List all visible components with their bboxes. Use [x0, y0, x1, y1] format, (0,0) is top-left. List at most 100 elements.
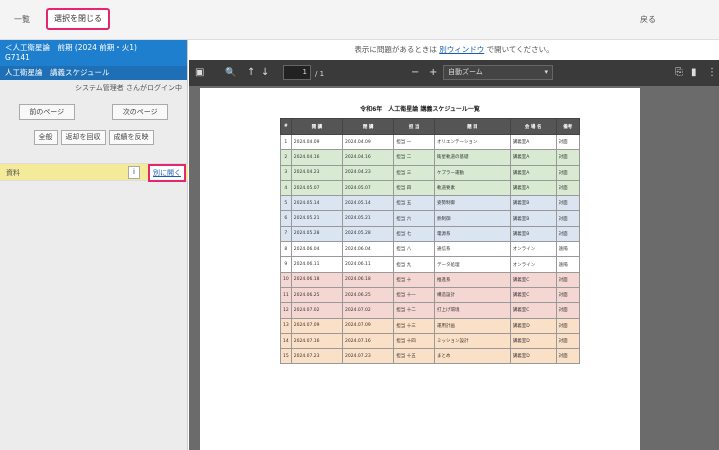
table-row: 13 2024.07.09 2024.07.09 担当 十三 運用計画 講義室D 対面: [280, 317, 581, 334]
table-row: 2 2024.04.16 2024.04.16 担当 二衛星軌道の基礎 講義室A 対面: [280, 149, 581, 166]
zoom-select[interactable]: 自動ズーム ▾: [443, 65, 553, 80]
course-header[interactable]: ＜人工衛星論 前期 (2024 前期・火1) G7141: [0, 40, 187, 66]
schedule-table: # 開 講 閉 講 担 当 題 目 会 場 名 備考 1 2024.04.09 20…: [280, 118, 581, 365]
table-cell: 対面: [555, 317, 581, 334]
course-title: ＜人工衛星論 前期 (2024 前期・火1): [5, 43, 137, 52]
separate-window-link[interactable]: 別ウィンドウ: [439, 45, 484, 54]
table-cell: 担当 八: [393, 241, 436, 258]
zoom-out-icon[interactable]: −: [411, 66, 419, 80]
next-page-button[interactable]: 次のページ: [112, 104, 169, 120]
table-cell: 2024.07.23: [290, 348, 344, 365]
login-status: システム管理者 さんがログイン中: [74, 84, 182, 92]
selected-material-row[interactable]: 資料 i 別に開く: [0, 163, 188, 182]
table-cell: 2024.06.25: [342, 286, 395, 304]
search-icon[interactable]: 🔍: [225, 66, 236, 80]
table-cell: 2024.07.02: [342, 302, 395, 319]
table-cell: ミッション設計: [434, 332, 511, 350]
zoom-in-icon[interactable]: +: [429, 66, 437, 80]
chevron-down-icon: ▾: [544, 68, 548, 76]
table-cell: 2024.05.14: [342, 195, 395, 212]
table-cell: ケプラー運動: [434, 164, 511, 181]
table-cell: 2024.05.21: [342, 210, 395, 227]
table-cell: 10: [280, 271, 292, 288]
table-cell: 15: [280, 348, 292, 365]
table-cell: 担当 九: [393, 256, 436, 273]
header-lecturer: 担 当: [393, 118, 436, 135]
table-cell: 担当 七: [393, 225, 436, 243]
table-cell: 2024.05.21: [290, 210, 344, 227]
table-cell: 8: [280, 241, 292, 258]
table-cell: 打上げ環境: [434, 302, 511, 319]
table-cell: オンライン: [509, 241, 557, 258]
table-cell: 5: [280, 195, 292, 212]
table-header-row: # 開 講 閉 講 担 当 題 目 会 場 名 備考: [280, 118, 581, 135]
table-cell: 2: [280, 149, 292, 166]
table-row: 4 2024.05.07 2024.05.07 担当 四軌道要素 講義室A 対面: [280, 179, 581, 197]
open-separately-button[interactable]: 別に開く: [148, 164, 186, 182]
page-number-input[interactable]: 1: [283, 65, 311, 80]
table-row: 10 2024.06.18 2024.06.18 担当 十推進系 講義室C 対面: [280, 271, 581, 288]
table-cell: 遠隔: [555, 241, 581, 258]
table-cell: 2024.04.09: [342, 133, 395, 151]
table-cell: 7: [280, 225, 292, 243]
previous-page-icon[interactable]: ↑: [247, 66, 255, 80]
tab-back[interactable]: 戻る: [640, 10, 656, 30]
header-no: #: [280, 118, 292, 135]
table-cell: 講義室B: [509, 195, 557, 212]
next-page-icon[interactable]: ↓: [261, 66, 269, 80]
display-notice: 表示に問題があるときは 別ウィンドウ で開いてください。: [189, 40, 719, 60]
left-panel: ＜人工衛星論 前期 (2024 前期・火1) G7141 人工衛星論 講義スケジ…: [0, 40, 188, 450]
reflect-grade-button[interactable]: 成績を反映: [108, 130, 154, 145]
header-venue: 会 場 名: [509, 118, 557, 135]
table-cell: オンライン: [509, 256, 557, 273]
table-cell: 担当 一: [393, 133, 436, 151]
table-cell: 対面: [555, 164, 581, 181]
table-cell: 2024.05.07: [290, 179, 344, 197]
prev-page-button[interactable]: 前のページ: [18, 104, 75, 120]
table-cell: 遠隔: [555, 256, 581, 273]
header-topic: 題 目: [434, 118, 511, 135]
table-row: 9 2024.06.11 2024.06.11 担当 九データ処理 オンライン 遠隔: [280, 256, 581, 273]
table-row: 11 2024.06.25 2024.06.25 担当 十一 構造設計 講義室C 対面: [280, 286, 581, 304]
table-cell: 11: [280, 286, 292, 304]
table-cell: 担当 五: [393, 195, 436, 212]
pdf-toolbar: ▣ 🔍 ↑ ↓ 1 / 1 − + 自動ズーム ▾ ⎘ ▮ ⋮: [189, 60, 719, 86]
table-cell: 講義室A: [509, 164, 557, 181]
collect-button[interactable]: 返却を回収: [60, 130, 106, 145]
table-row: 8 2024.06.04 2024.06.04 担当 八通信系 オンライン 遠隔: [280, 241, 581, 258]
table-cell: 対面: [555, 133, 581, 151]
table-cell: 対面: [555, 195, 581, 212]
info-button[interactable]: i: [128, 166, 140, 179]
table-cell: 2024.06.04: [342, 241, 395, 258]
table-row: 3 2024.04.23 2024.04.23 担当 三ケプラー運動 講義室A 対面: [280, 164, 581, 181]
print-icon[interactable]: ▮: [691, 66, 697, 80]
table-cell: 講義室C: [509, 271, 557, 288]
table-cell: 講義室C: [509, 286, 557, 304]
sidebar-toggle-icon[interactable]: ▣: [195, 66, 204, 80]
notice-suffix: で開いてください。: [484, 45, 554, 54]
table-cell: 2024.04.23: [290, 164, 344, 181]
table-cell: 2024.06.25: [290, 286, 344, 304]
general-button[interactable]: 全般: [33, 130, 58, 145]
header-note: 備考: [555, 118, 581, 135]
open-file-icon[interactable]: ⎘: [675, 66, 683, 80]
table-cell: 2024.06.11: [290, 256, 344, 273]
table-row: 5 2024.05.14 2024.05.14 担当 五姿勢制御 講義室B 対面: [280, 195, 581, 212]
table-cell: 担当 四: [393, 179, 436, 197]
notice-prefix: 表示に問題があるときは: [354, 45, 440, 54]
table-cell: 講義室A: [509, 149, 557, 166]
item-title: 人工衛星論 講義スケジュール: [0, 66, 187, 80]
table-cell: 担当 十二: [393, 302, 436, 319]
table-cell: 対面: [555, 225, 581, 243]
tab-list[interactable]: 一覧: [14, 10, 30, 30]
table-cell: 2024.06.04: [290, 241, 344, 258]
table-row: 15 2024.07.23 2024.07.23 担当 十五 まとめ 講義室D 対面: [280, 348, 581, 365]
table-cell: 講義室C: [509, 302, 557, 319]
tab-close-selection[interactable]: 選択を閉じる: [46, 8, 110, 30]
table-cell: 担当 十一: [393, 286, 436, 304]
table-cell: 講義室B: [509, 210, 557, 227]
table-cell: 対面: [555, 332, 581, 350]
table-cell: 軌道要素: [434, 179, 511, 197]
more-tools-icon[interactable]: ⋮: [707, 66, 717, 80]
table-row: 7 2024.05.28 2024.05.28 担当 七電源系 講義室B 対面: [280, 225, 581, 243]
